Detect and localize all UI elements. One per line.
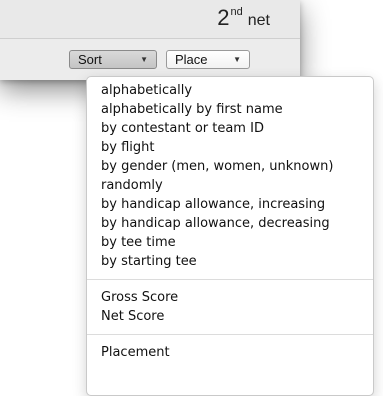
menu-item-gross-score[interactable]: Gross Score xyxy=(87,288,373,307)
round-label: 2nd net xyxy=(217,5,270,31)
menu-item-randomly[interactable]: randomly xyxy=(87,176,373,195)
round-word: net xyxy=(247,12,270,29)
sort-dropdown-menu: alphabetically alphabetically by first n… xyxy=(86,76,374,396)
menu-item-alphabetically-first-name[interactable]: alphabetically by first name xyxy=(87,100,373,119)
menu-item-placement[interactable]: Placement xyxy=(87,343,373,362)
round-header: 2nd net xyxy=(0,0,300,39)
menu-item-starting-tee[interactable]: by starting tee xyxy=(87,252,373,271)
menu-item-gender[interactable]: by gender (men, women, unknown) xyxy=(87,157,373,176)
menu-item-net-score[interactable]: Net Score xyxy=(87,307,373,326)
menu-item-alphabetically[interactable]: alphabetically xyxy=(87,81,373,100)
sort-button-label: Sort xyxy=(78,52,102,67)
scoring-window: 2nd net Sort ▼ Place ▼ xyxy=(0,0,300,80)
menu-separator xyxy=(87,334,373,335)
place-button-label: Place xyxy=(175,52,208,67)
menu-separator xyxy=(87,279,373,280)
menu-item-handicap-increasing[interactable]: by handicap allowance, increasing xyxy=(87,195,373,214)
menu-item-flight[interactable]: by flight xyxy=(87,138,373,157)
toolbar: Sort ▼ Place ▼ xyxy=(0,39,300,80)
menu-item-contestant-team-id[interactable]: by contestant or team ID xyxy=(87,119,373,138)
menu-item-handicap-decreasing[interactable]: by handicap allowance, decreasing xyxy=(87,214,373,233)
sort-popup-button[interactable]: Sort ▼ xyxy=(69,50,157,69)
place-popup-button[interactable]: Place ▼ xyxy=(166,50,250,69)
chevron-down-icon: ▼ xyxy=(233,55,241,64)
round-number: 2 xyxy=(217,5,230,30)
menu-item-tee-time[interactable]: by tee time xyxy=(87,233,373,252)
round-ordinal: nd xyxy=(230,6,243,18)
chevron-down-icon: ▼ xyxy=(140,55,148,64)
screen: 2nd net Sort ▼ Place ▼ alphabetically alp… xyxy=(0,0,383,396)
